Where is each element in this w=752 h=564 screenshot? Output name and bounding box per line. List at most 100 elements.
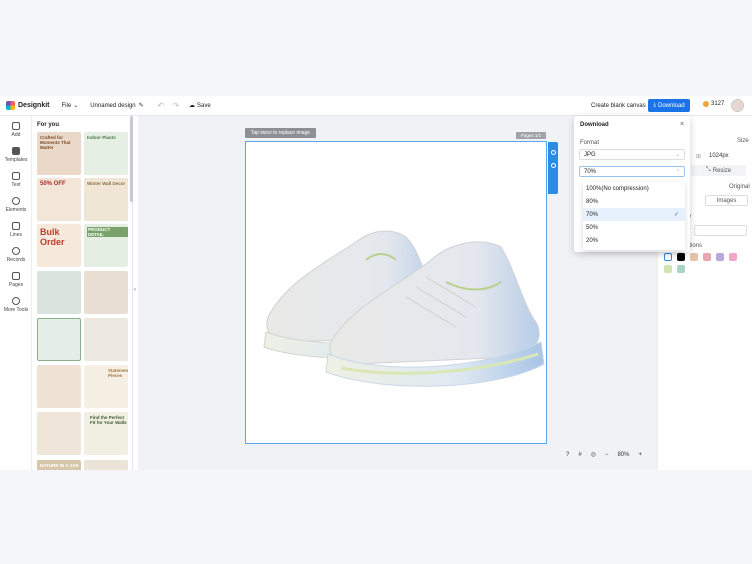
zoom-out-icon[interactable]: − [605,452,609,458]
app-logo[interactable]: Designkit [6,101,50,110]
download-label: Download [657,102,685,109]
template-thumb[interactable] [37,412,81,455]
rail-item-more-tools[interactable]: More Tools [0,297,32,313]
panel-scrollbar[interactable] [130,116,133,202]
color-swatch[interactable] [664,253,672,261]
template-thumb[interactable] [84,318,128,361]
download-popover-title: Download [580,122,609,128]
quality-select[interactable]: 70% ⌃ [579,166,685,177]
color-input[interactable] [694,225,747,236]
help-icon[interactable]: ? [566,452,569,458]
check-icon: ✓ [673,212,679,218]
file-menu[interactable]: File ⌄ [61,102,79,110]
zoom-in-icon[interactable]: + [638,452,642,458]
rail-item-label: Templates [4,157,28,163]
template-thumb[interactable]: Indoor Plants [84,132,128,175]
plus-icon [12,122,20,130]
color-swatch[interactable] [690,253,698,261]
rail-item-label: Pages [8,282,24,288]
rail-item-label: Records [6,257,26,263]
template-thumb[interactable] [84,460,128,470]
design-canvas[interactable] [245,141,547,444]
rail-item-add[interactable]: Add [0,122,32,138]
template-thumb[interactable]: Statement Pieces [84,365,128,408]
redo-icon[interactable]: ↷ [172,101,179,110]
template-thumb[interactable]: NATURE IN A JAR [37,460,81,470]
add-page-icon[interactable] [550,150,556,155]
avatar[interactable] [731,99,744,112]
grid-icon[interactable]: # [578,452,581,458]
rail-item-pages[interactable]: Pages [0,272,32,288]
quality-option[interactable]: 50% [583,221,685,234]
design-name-label: Unnamed design [90,102,136,109]
color-swatch[interactable] [677,265,685,273]
rail-item-lines[interactable]: Lines [0,222,32,238]
resize-button[interactable]: ⤡ Resize [691,165,746,176]
rail-item-label: Text [11,182,21,188]
template-thumb[interactable]: Crafted for Moments That Matter [37,132,81,175]
collapse-panel-icon[interactable]: ‹ [134,287,136,293]
quality-option[interactable]: 80% [583,195,685,208]
template-thumb[interactable] [37,271,81,314]
panel-title: For you [37,122,59,128]
elements-icon [12,197,20,205]
template-thumb[interactable]: PRODUCT DETAIL [84,224,128,267]
close-icon[interactable]: × [680,121,684,128]
create-blank-canvas-button[interactable]: Create blank canvas [588,100,649,112]
resize-icon: ⤡ [705,167,711,173]
images-tab[interactable]: Images [705,195,748,206]
pages-icon [12,272,20,280]
rail-item-templates[interactable]: Templates [0,147,32,163]
download-icon: ⤓ [653,102,656,108]
rail-item-records[interactable]: Records [0,247,32,263]
format-select[interactable]: JPG ⌄ [579,149,685,160]
template-thumb[interactable]: 50% OFF [37,178,81,221]
more-tools-icon [12,297,20,305]
rail-item-label: More Tools [3,307,29,313]
rail-item-label: Lines [10,232,22,238]
height-value[interactable]: 1024px [709,153,729,159]
quality-option[interactable]: 100%(No compression) [583,182,685,195]
recommendations-label: itions [688,243,703,249]
template-thumb[interactable]: Winter Wall Decor [84,178,128,221]
color-swatch[interactable] [664,265,672,273]
rail-item-elements[interactable]: Elements [0,197,32,213]
quality-option[interactable]: 70% ✓ [583,208,685,221]
template-thumb[interactable] [84,271,128,314]
rail-item-label: Elements [5,207,27,213]
template-thumb[interactable] [37,365,81,408]
zoom-level[interactable]: 80% [617,452,629,458]
quality-option[interactable]: 20% [583,234,685,247]
color-swatch[interactable] [677,253,685,261]
text-icon [12,172,20,180]
layers-icon[interactable]: ◎ [591,451,596,458]
bottom-toolbar: ? # ◎ − 80% + [566,451,642,459]
template-thumb[interactable]: Bulk Order [37,224,81,267]
coin-icon [703,101,709,107]
pages-badge: Pages 1/1 [516,132,546,139]
color-swatch[interactable] [729,253,737,261]
chevron-down-icon: ⌄ [675,151,680,158]
quality-dropdown: 100%(No compression) 80% 70% ✓ 50% 20% [583,182,685,250]
rail-item-text[interactable]: Text [0,172,32,188]
download-button[interactable]: ⤓ Download [648,99,690,112]
color-swatch[interactable] [703,253,711,261]
save-button[interactable]: ☁ Save [189,102,211,110]
undo-icon[interactable]: ↶ [158,101,165,110]
duplicate-page-icon[interactable] [550,163,556,168]
format-value: JPG [584,151,596,158]
lock-icon[interactable]: ⊞ [696,153,701,160]
canvas-side-toolbar [548,142,558,194]
file-menu-label: File [61,102,72,109]
app-name: Designkit [18,102,50,109]
color-swatch[interactable] [716,253,724,261]
edit-icon: ✎ [138,103,144,109]
sneaker-image[interactable] [246,142,546,443]
credits-counter[interactable]: 3127 [703,101,724,107]
template-thumb[interactable]: Find the Perfect Fit for Your Walls [84,412,128,455]
format-label: Format [580,140,600,146]
templates-icon [12,147,20,155]
template-thumb[interactable] [37,318,81,361]
design-name[interactable]: Unnamed design ✎ [90,102,144,110]
credits-value: 3127 [711,101,725,107]
